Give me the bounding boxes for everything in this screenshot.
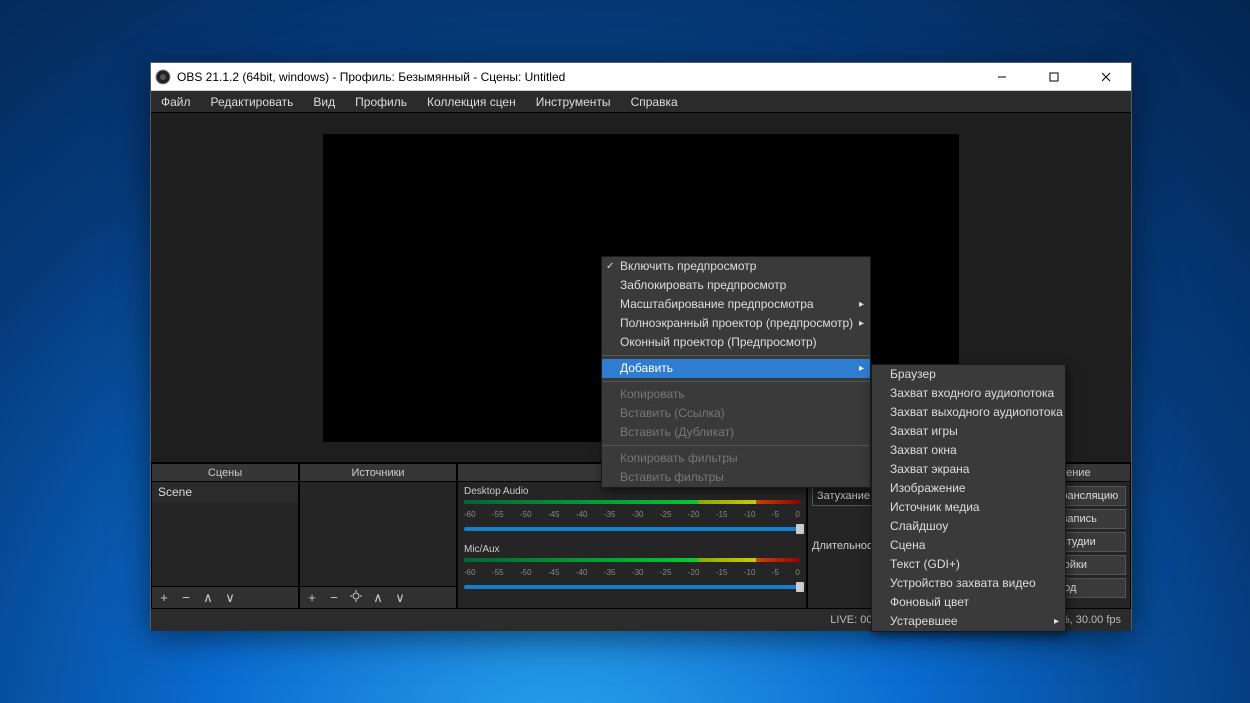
cm-paste-dup: Вставить (Дубликат): [602, 423, 870, 442]
sub-scene[interactable]: Сцена: [872, 536, 1065, 555]
add-source-submenu: Браузер Захват входного аудиопотока Захв…: [871, 364, 1066, 632]
menu-scene-collection[interactable]: Коллекция сцен: [423, 93, 520, 111]
sub-audio-input[interactable]: Захват входного аудиопотока: [872, 384, 1065, 403]
sub-window-capture[interactable]: Захват окна: [872, 441, 1065, 460]
source-settings-button[interactable]: [348, 590, 364, 605]
menu-file[interactable]: Файл: [157, 93, 195, 111]
window-controls: [985, 67, 1127, 87]
volume-slider[interactable]: [464, 522, 800, 536]
close-button[interactable]: [1089, 67, 1123, 87]
cm-paste-filters: Вставить фильтры: [602, 468, 870, 487]
cm-add[interactable]: Добавить: [602, 359, 870, 378]
maximize-button[interactable]: [1037, 67, 1071, 87]
menubar: Файл Редактировать Вид Профиль Коллекция…: [151, 91, 1131, 113]
separator: [602, 381, 870, 382]
sub-image[interactable]: Изображение: [872, 479, 1065, 498]
menu-profile[interactable]: Профиль: [351, 93, 411, 111]
scenes-list[interactable]: Scene: [152, 482, 298, 586]
minimize-button[interactable]: [985, 67, 1019, 87]
add-source-button[interactable]: +: [304, 590, 320, 605]
sub-slideshow[interactable]: Слайдшоу: [872, 517, 1065, 536]
menu-tools[interactable]: Инструменты: [532, 93, 615, 111]
menu-help[interactable]: Справка: [627, 93, 682, 111]
cm-copy: Копировать: [602, 385, 870, 404]
sources-panel: Источники + − ∧ ∨: [299, 463, 457, 609]
sources-header: Источники: [300, 464, 456, 482]
mixer-body: Desktop Audio -60-55-50-45-40-35-30-25-2…: [458, 482, 806, 608]
scenes-header: Сцены: [152, 464, 298, 482]
audio-meter: [464, 500, 800, 508]
scene-item[interactable]: Scene: [152, 482, 298, 502]
menu-view[interactable]: Вид: [309, 93, 339, 111]
obs-icon: [155, 69, 171, 85]
audio-meter: [464, 558, 800, 566]
sources-list[interactable]: [300, 482, 456, 586]
mixer-channel-mic: Mic/Aux -60-55-50-45-40-35-30-25-20-15-1…: [464, 544, 800, 594]
scenes-footer: + − ∧ ∨: [152, 586, 298, 608]
source-down-button[interactable]: ∨: [392, 590, 408, 606]
scene-down-button[interactable]: ∨: [222, 590, 238, 606]
source-up-button[interactable]: ∧: [370, 590, 386, 606]
menu-edit[interactable]: Редактировать: [207, 93, 298, 111]
cm-windowed-projector[interactable]: Оконный проектор (Предпросмотр): [602, 333, 870, 352]
scenes-panel: Сцены Scene + − ∧ ∨: [151, 463, 299, 609]
titlebar: OBS 21.1.2 (64bit, windows) - Профиль: Б…: [151, 63, 1131, 91]
mixer-label: Mic/Aux: [464, 544, 800, 555]
meter-ticks: -60-55-50-45-40-35-30-25-20-15-10-50: [464, 568, 800, 577]
sub-text-gdi[interactable]: Текст (GDI+): [872, 555, 1065, 574]
sub-display-capture[interactable]: Захват экрана: [872, 460, 1065, 479]
sources-footer: + − ∧ ∨: [300, 586, 456, 608]
sub-color-source[interactable]: Фоновый цвет: [872, 593, 1065, 612]
scene-up-button[interactable]: ∧: [200, 590, 216, 606]
sub-video-capture[interactable]: Устройство захвата видео: [872, 574, 1065, 593]
cm-enable-preview[interactable]: Включить предпросмотр: [602, 257, 870, 276]
remove-scene-button[interactable]: −: [178, 590, 194, 605]
context-menu: Включить предпросмотр Заблокировать пред…: [601, 256, 871, 488]
sub-deprecated[interactable]: Устаревшее: [872, 612, 1065, 631]
sub-media-source[interactable]: Источник медиа: [872, 498, 1065, 517]
window-title: OBS 21.1.2 (64bit, windows) - Профиль: Б…: [177, 70, 985, 84]
cm-paste-ref: Вставить (Ссылка): [602, 404, 870, 423]
mixer-channel-desktop: Desktop Audio -60-55-50-45-40-35-30-25-2…: [464, 486, 800, 536]
app-window: OBS 21.1.2 (64bit, windows) - Профиль: Б…: [150, 62, 1132, 630]
separator: [602, 445, 870, 446]
meter-ticks: -60-55-50-45-40-35-30-25-20-15-10-50: [464, 510, 800, 519]
sub-game-capture[interactable]: Захват игры: [872, 422, 1065, 441]
cm-copy-filters: Копировать фильтры: [602, 449, 870, 468]
remove-source-button[interactable]: −: [326, 590, 342, 605]
cm-lock-preview[interactable]: Заблокировать предпросмотр: [602, 276, 870, 295]
separator: [602, 355, 870, 356]
cm-fullscreen-projector[interactable]: Полноэкранный проектор (предпросмотр): [602, 314, 870, 333]
cm-preview-scaling[interactable]: Масштабирование предпросмотра: [602, 295, 870, 314]
sub-browser[interactable]: Браузер: [872, 365, 1065, 384]
volume-slider[interactable]: [464, 580, 800, 594]
sub-audio-output[interactable]: Захват выходного аудиопотока: [872, 403, 1065, 422]
add-scene-button[interactable]: +: [156, 590, 172, 605]
